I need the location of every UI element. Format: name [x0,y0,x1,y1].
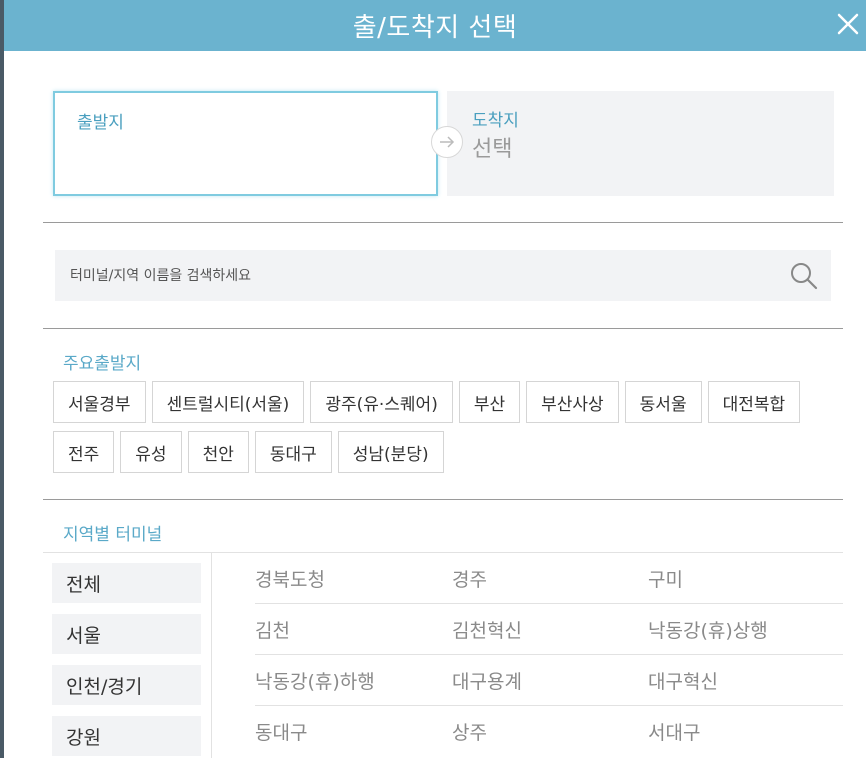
chip-central-city[interactable]: 센트럴시티(서울) [151,381,305,423]
region-item-seoul[interactable]: 서울 [52,614,201,654]
search-icon [791,263,818,290]
chip-seongnam[interactable]: 성남(분당) [337,431,444,473]
arrival-label: 도착지 [472,111,519,131]
search-button[interactable] [789,261,819,291]
chip-gwangju[interactable]: 광주(유·스퀘어) [310,381,453,423]
terminal-item[interactable]: 김천 [255,616,290,643]
departure-label: 출발지 [77,113,124,133]
route-selector: 출발지 도착지 선택 [53,91,834,196]
modal-title: 출/도착지 선택 [352,13,518,43]
chip-cheonan[interactable]: 천안 [187,431,249,473]
major-departures-title: 주요출발지 [63,354,142,374]
chip-dongdaegu[interactable]: 동대구 [254,431,332,473]
terminal-row: 낙동강(휴)하행 대구용계 대구혁신 [255,655,843,706]
divider [43,222,843,223]
terminal-row: 동대구 상주 서대구 [255,706,843,757]
chip-busan[interactable]: 부산 [458,381,521,423]
divider [43,328,843,329]
terminal-grid: 경북도청 경주 구미 김천 김천혁신 낙동강(휴)상행 낙동강(휴)하행 대구용… [212,552,843,758]
close-button[interactable] [834,10,862,38]
chip-busan-sasang[interactable]: 부산사상 [526,381,619,423]
window-edge [0,0,4,758]
major-departures: 서울경부 센트럴시티(서울) 광주(유·스퀘어) 부산 부산사상 동서울 대전복… [53,381,833,481]
chip-jeonju[interactable]: 전주 [53,431,115,473]
region-item-incheon-gyeonggi[interactable]: 인천/경기 [52,665,201,705]
search-box [55,250,831,301]
chip-seoul-gyeongbu[interactable]: 서울경부 [53,381,146,423]
region-item-gangwon[interactable]: 강원 [52,716,201,756]
modal-header: 출/도착지 선택 [4,0,866,51]
terminal-item[interactable]: 구미 [648,565,683,592]
search-input[interactable] [55,250,775,301]
region-list: 전체 서울 인천/경기 강원 [43,552,212,758]
terminal-row: 김천 김천혁신 낙동강(휴)상행 [255,604,843,655]
terminal-item[interactable]: 낙동강(휴)상행 [648,616,768,643]
terminal-item[interactable]: 대구혁신 [648,667,718,694]
close-icon [837,13,859,35]
arrival-box[interactable]: 도착지 선택 [447,91,834,196]
region-item-all[interactable]: 전체 [52,563,201,603]
chip-daejeon-bokhap[interactable]: 대전복합 [707,381,801,423]
departure-box[interactable]: 출발지 [53,91,438,196]
arrival-value: 선택 [472,137,513,162]
terminal-item[interactable]: 대구용계 [452,667,522,694]
terminal-item[interactable]: 서대구 [648,718,700,745]
terminal-item[interactable]: 동대구 [255,718,307,745]
divider [43,499,843,500]
terminal-row: 경북도청 경주 구미 [255,553,843,604]
chip-row: 전주 유성 천안 동대구 성남(분당) [53,431,833,473]
chip-yuseong[interactable]: 유성 [120,431,182,473]
regional-terminals-title: 지역별 터미널 [63,525,163,545]
terminal-item[interactable]: 낙동강(휴)하행 [255,667,375,694]
chip-row: 서울경부 센트럴시티(서울) 광주(유·스퀘어) 부산 부산사상 동서울 대전복… [53,381,833,423]
route-arrow [431,126,463,158]
terminal-item[interactable]: 상주 [452,718,487,745]
terminal-item[interactable]: 김천혁신 [452,616,522,643]
terminal-item[interactable]: 경주 [452,565,487,592]
arrow-right-icon [440,136,455,148]
chip-dong-seoul[interactable]: 동서울 [624,381,702,423]
terminal-item[interactable]: 경북도청 [255,565,325,592]
